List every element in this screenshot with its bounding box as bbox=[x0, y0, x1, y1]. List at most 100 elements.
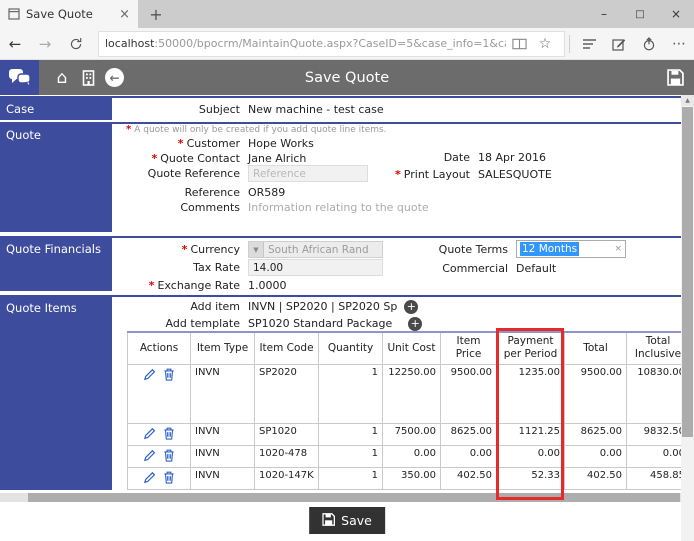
save-button[interactable]: Save bbox=[309, 507, 385, 534]
col-header-total: Total bbox=[565, 332, 627, 364]
edit-pencil-icon[interactable] bbox=[143, 368, 156, 384]
app-logo[interactable] bbox=[0, 60, 39, 95]
browser-tab[interactable]: Save Quote × bbox=[0, 0, 138, 28]
more-options-icon[interactable]: ⋯ bbox=[664, 36, 694, 52]
required-asterisk: * bbox=[182, 243, 188, 256]
quote-reference-label: Quote Reference bbox=[112, 167, 248, 180]
app-header: ⌂ ← Save Quote bbox=[0, 60, 694, 95]
table-header-row: Actions Item Type Item Code Quantity Uni… bbox=[128, 332, 690, 364]
window-minimize-button[interactable]: – bbox=[586, 0, 622, 28]
edit-pencil-icon[interactable] bbox=[143, 427, 156, 443]
horizontal-scrollbar-thumb[interactable] bbox=[28, 493, 680, 502]
tab-close-icon[interactable]: × bbox=[119, 8, 130, 21]
cell-payment-per-period: 1235.00 bbox=[497, 364, 565, 423]
hub-icon[interactable] bbox=[574, 38, 604, 50]
commercial-label: Commercial bbox=[390, 262, 516, 275]
table-row: INVN SP1020 1 7500.00 8625.00 1121.25 86… bbox=[128, 423, 690, 445]
customer-value: Hope Works bbox=[248, 137, 314, 150]
cell-total: 9500.00 bbox=[565, 364, 627, 423]
quote-contact-label: *Quote Contact bbox=[112, 152, 248, 165]
delete-trash-icon[interactable] bbox=[163, 471, 175, 487]
horizontal-scrollbar[interactable] bbox=[0, 493, 681, 502]
quote-items-table: Actions Item Type Item Code Quantity Uni… bbox=[127, 331, 690, 490]
app-back-button[interactable]: ← bbox=[105, 68, 124, 87]
window-maximize-button[interactable]: □ bbox=[622, 0, 658, 28]
new-tab-button[interactable]: + bbox=[138, 0, 174, 28]
cell-item-type: INVN bbox=[191, 445, 255, 467]
currency-select[interactable]: ▼ South African Rand bbox=[248, 241, 383, 258]
add-item-button[interactable]: + bbox=[404, 300, 418, 314]
quote-terms-value: 12 Months bbox=[520, 242, 579, 256]
scroll-up-icon[interactable]: ▲ bbox=[681, 95, 694, 106]
col-header-actions: Actions bbox=[128, 332, 191, 364]
print-layout-value: SALESQUOTE bbox=[478, 168, 552, 181]
cell-payment-per-period: 1121.25 bbox=[497, 423, 565, 445]
dropdown-arrow-icon: ▼ bbox=[249, 242, 264, 257]
toolbar-divider bbox=[569, 35, 570, 53]
quote-note: *A quote will only be created if you add… bbox=[126, 124, 387, 135]
col-header-payment-per-period: Payment per Period bbox=[497, 332, 565, 364]
browser-back-button[interactable]: ← bbox=[0, 35, 30, 53]
col-header-item-code: Item Code bbox=[255, 332, 319, 364]
vertical-scrollbar-thumb[interactable] bbox=[682, 107, 693, 437]
header-save-icon[interactable] bbox=[667, 69, 684, 90]
clear-icon[interactable]: × bbox=[614, 244, 622, 254]
tab-favicon-icon bbox=[8, 5, 20, 24]
cell-item-code: SP1020 bbox=[255, 423, 319, 445]
add-item-label: Add item bbox=[112, 300, 248, 313]
company-building-icon[interactable] bbox=[75, 70, 101, 86]
page-content: Case Quote Quote Financials Quote Items … bbox=[0, 95, 694, 541]
cell-total: 0.00 bbox=[565, 445, 627, 467]
delete-trash-icon[interactable] bbox=[163, 427, 175, 443]
cell-unit-cost: 7500.00 bbox=[383, 423, 441, 445]
delete-trash-icon[interactable] bbox=[163, 449, 175, 465]
cell-quantity: 1 bbox=[319, 467, 383, 489]
edit-pencil-icon[interactable] bbox=[143, 449, 156, 465]
exchange-rate-value: 1.0000 bbox=[248, 279, 287, 292]
cell-quantity: 1 bbox=[319, 445, 383, 467]
currency-value: South African Rand bbox=[264, 244, 369, 256]
reference-value: OR589 bbox=[248, 186, 285, 199]
cell-quantity: 1 bbox=[319, 364, 383, 423]
quote-reference-input[interactable] bbox=[248, 165, 368, 182]
add-template-label: Add template bbox=[112, 317, 248, 330]
quote-terms-label: Quote Terms bbox=[390, 243, 516, 256]
favorites-star-icon[interactable]: ☆ bbox=[532, 36, 558, 52]
tax-rate-label: Tax Rate bbox=[112, 261, 248, 274]
reference-label: Reference bbox=[112, 186, 248, 199]
required-asterisk: * bbox=[126, 124, 131, 135]
vertical-scrollbar[interactable]: ▲ bbox=[681, 95, 694, 541]
cell-item-type: INVN bbox=[191, 364, 255, 423]
add-item-value[interactable]: INVN | SP2020 | SP2020 Sp bbox=[248, 300, 397, 313]
edit-pencil-icon[interactable] bbox=[143, 471, 156, 487]
customer-label: *Customer bbox=[112, 137, 248, 150]
refresh-icon[interactable] bbox=[60, 37, 92, 51]
comments-placeholder[interactable]: Information relating to the quote bbox=[248, 201, 429, 214]
add-template-button[interactable]: + bbox=[408, 317, 422, 331]
print-layout-label: *Print Layout bbox=[352, 168, 478, 181]
web-note-icon[interactable] bbox=[604, 37, 634, 51]
chat-bubbles-icon bbox=[8, 68, 32, 88]
cell-item-code: 1020-478 bbox=[255, 445, 319, 467]
tab-title: Save Quote bbox=[26, 7, 113, 21]
subject-value: New machine - test case bbox=[248, 103, 384, 116]
add-template-value[interactable]: SP1020 Standard Package bbox=[248, 317, 392, 330]
window-close-button[interactable]: × bbox=[658, 0, 694, 28]
quote-terms-input[interactable]: 12 Months × bbox=[516, 240, 626, 258]
cell-payment-per-period: 0.00 bbox=[497, 445, 565, 467]
delete-trash-icon[interactable] bbox=[163, 368, 175, 384]
home-icon[interactable]: ⌂ bbox=[49, 68, 75, 88]
section-label-quote: Quote bbox=[0, 124, 112, 232]
cell-quantity: 1 bbox=[319, 423, 383, 445]
cell-payment-per-period: 52.33 bbox=[497, 467, 565, 489]
cell-total: 8625.00 bbox=[565, 423, 627, 445]
required-asterisk: * bbox=[149, 279, 155, 292]
share-icon[interactable] bbox=[634, 37, 664, 51]
reading-view-icon[interactable] bbox=[506, 38, 532, 50]
section-label-quote-financials: Quote Financials bbox=[0, 238, 112, 291]
url-field[interactable]: localhost:50000/bpocrm/MaintainQuote.asp… bbox=[98, 31, 565, 57]
browser-forward-button[interactable]: → bbox=[30, 35, 60, 53]
col-header-item-type: Item Type bbox=[191, 332, 255, 364]
tax-rate-input[interactable] bbox=[248, 259, 383, 276]
subject-label: Subject bbox=[112, 103, 248, 116]
